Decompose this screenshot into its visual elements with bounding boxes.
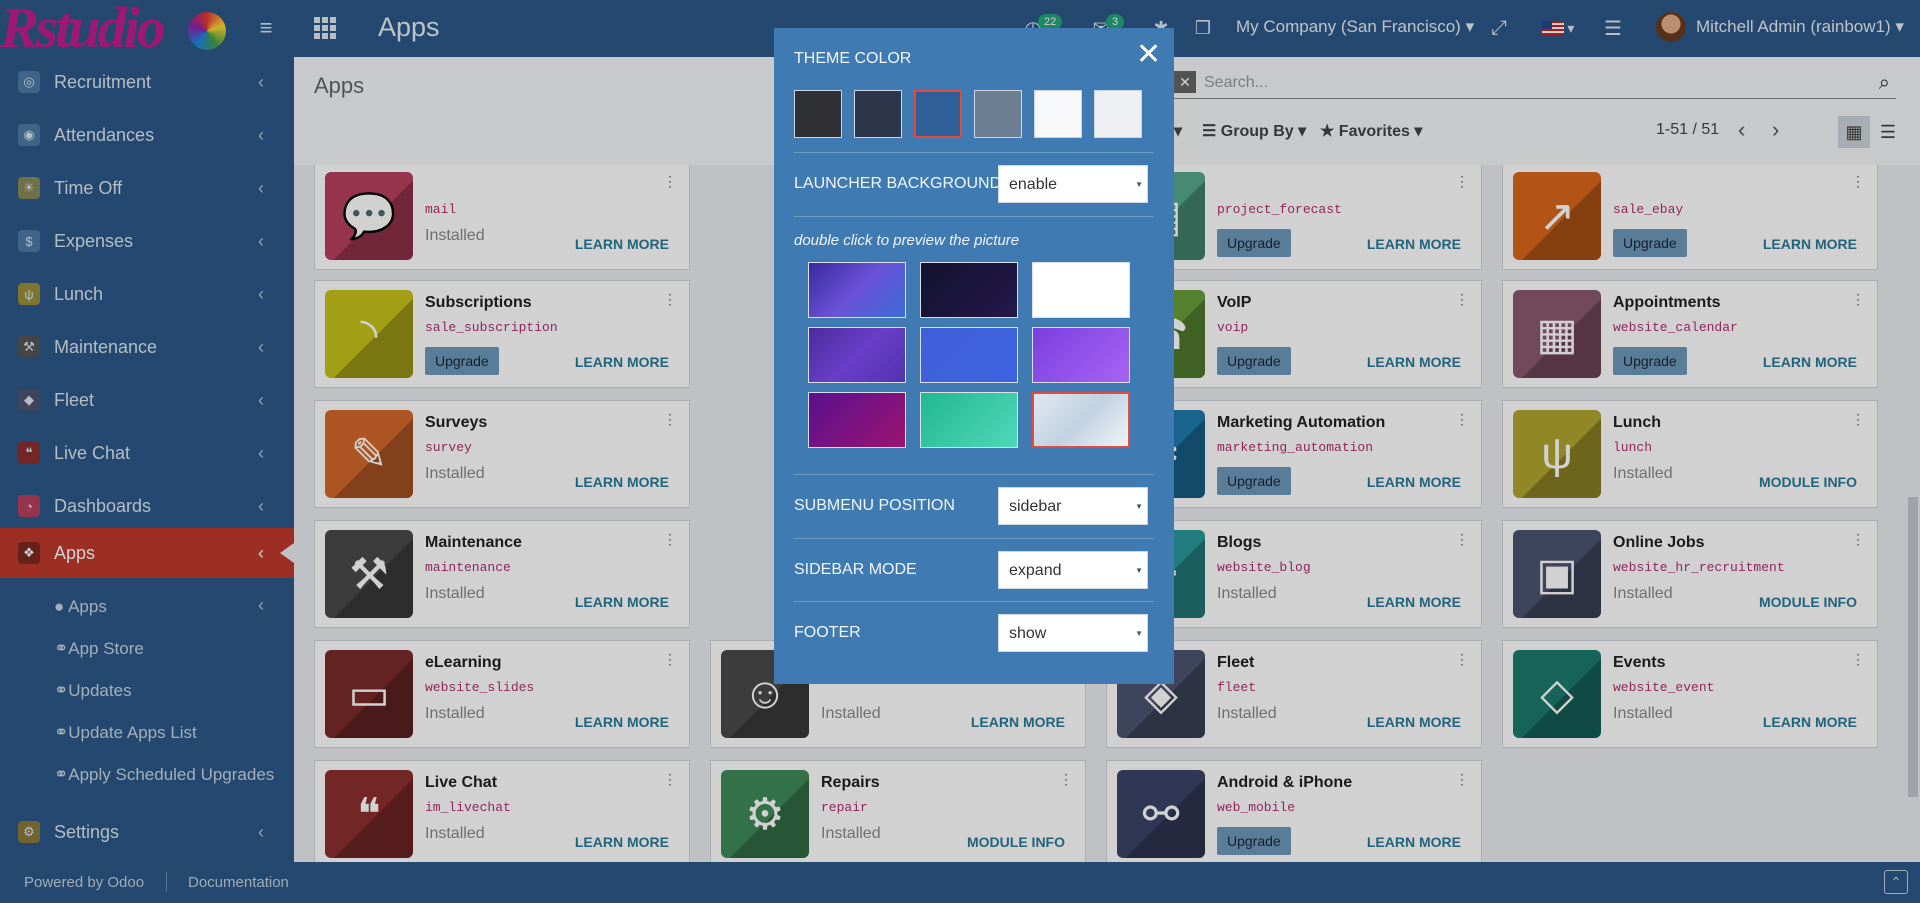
select-value: expand xyxy=(1009,562,1062,579)
select-value: sidebar xyxy=(1009,498,1062,515)
launcher-background-thumbnail[interactable] xyxy=(1032,327,1130,383)
theme-settings-panel: ✕ THEME COLOR LAUNCHER BACKGROUND enable… xyxy=(774,28,1174,684)
footer-label: FOOTER xyxy=(794,624,861,641)
preview-hint: double click to preview the picture xyxy=(794,232,1020,249)
theme-color-swatch[interactable] xyxy=(914,90,962,138)
select-caret-icon: ▼ xyxy=(1135,180,1143,189)
footer-select[interactable]: show ▼ xyxy=(998,614,1148,652)
select-value: show xyxy=(1009,625,1047,642)
close-icon[interactable]: ✕ xyxy=(1136,40,1161,70)
launcher-background-thumbnail[interactable] xyxy=(920,262,1018,318)
theme-color-swatch[interactable] xyxy=(794,90,842,138)
submenu-position-select[interactable]: sidebar ▼ xyxy=(998,487,1148,525)
divider xyxy=(794,216,1154,217)
divider xyxy=(794,538,1154,539)
launcher-background-thumbnail[interactable] xyxy=(808,327,906,383)
theme-color-swatch[interactable] xyxy=(1034,90,1082,138)
divider xyxy=(794,474,1154,475)
launcher-background-thumbnail[interactable] xyxy=(920,392,1018,448)
launcher-background-label: LAUNCHER BACKGROUND xyxy=(794,175,1002,192)
launcher-background-thumbnail[interactable] xyxy=(1032,392,1130,448)
select-caret-icon: ▼ xyxy=(1135,566,1143,575)
theme-color-label: THEME COLOR xyxy=(794,50,912,67)
divider xyxy=(794,152,1154,153)
sidebar-mode-label: SIDEBAR MODE xyxy=(794,561,917,578)
launcher-background-thumbnail[interactable] xyxy=(808,262,906,318)
sidebar-mode-select[interactable]: expand ▼ xyxy=(998,551,1148,589)
divider xyxy=(794,601,1154,602)
theme-color-swatch[interactable] xyxy=(854,90,902,138)
launcher-background-thumbnail[interactable] xyxy=(920,327,1018,383)
launcher-background-thumbnail[interactable] xyxy=(1032,262,1130,318)
select-value: enable xyxy=(1009,176,1058,193)
theme-color-swatch[interactable] xyxy=(1094,90,1142,138)
launcher-background-select[interactable]: enable ▼ xyxy=(998,165,1148,203)
theme-color-swatch[interactable] xyxy=(974,90,1022,138)
select-caret-icon: ▼ xyxy=(1135,502,1143,511)
submenu-position-label: SUBMENU POSITION xyxy=(794,497,955,514)
select-caret-icon: ▼ xyxy=(1135,629,1143,638)
launcher-background-thumbnail[interactable] xyxy=(808,392,906,448)
